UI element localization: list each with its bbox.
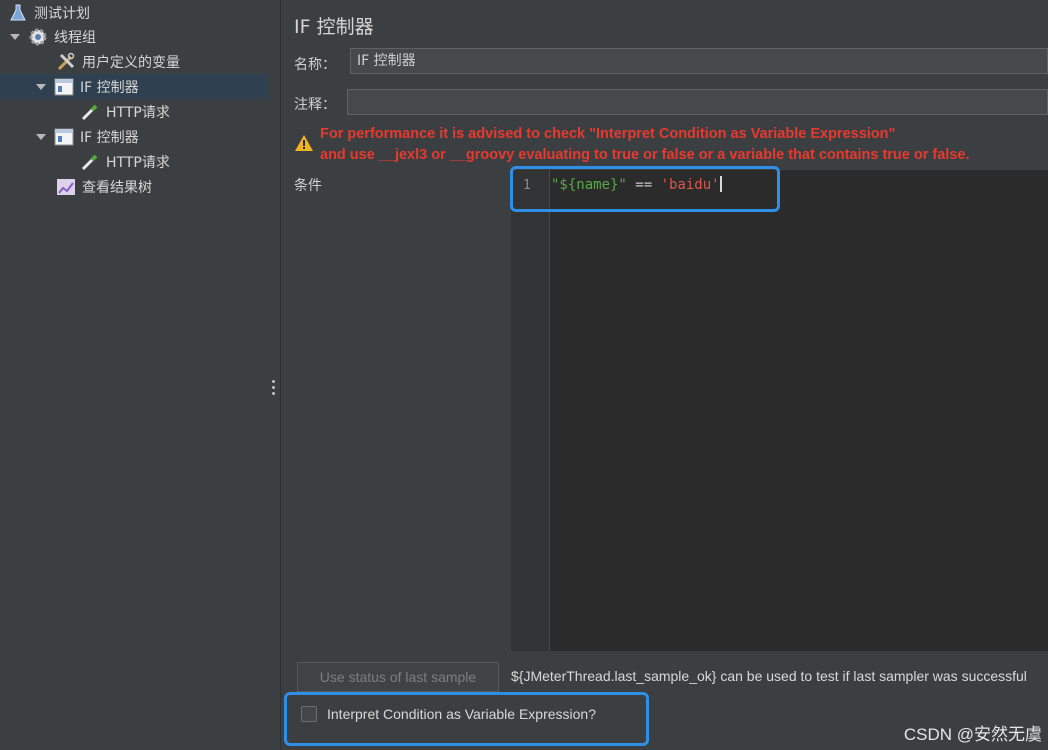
chart-icon [56, 177, 76, 197]
tree-item-http-request-2[interactable]: HTTP请求 [0, 149, 268, 174]
flask-icon [8, 3, 28, 23]
controller-icon [54, 77, 74, 97]
tree-item-label: IF 控制器 [80, 129, 139, 146]
test-plan-tree: 测试计划 线程组 用户定义的变量 IF 控制器 HTTP请求 IF 控制器 HT… [0, 0, 269, 750]
tree-item-label: HTTP请求 [106, 104, 170, 121]
pipette-icon [80, 102, 100, 122]
tree-item-label: IF 控制器 [80, 79, 139, 96]
tree-item-http-request-1[interactable]: HTTP请求 [0, 99, 268, 124]
annotation-highlight-checkbox [284, 692, 649, 746]
chevron-down-icon[interactable] [36, 82, 46, 92]
tree-item-view-results-tree[interactable]: 查看结果树 [0, 174, 268, 199]
comment-field[interactable] [347, 89, 1048, 115]
tree-item-user-variables[interactable]: 用户定义的变量 [0, 49, 268, 74]
panel-splitter[interactable] [268, 0, 281, 750]
tree-item-label: 查看结果树 [82, 179, 152, 196]
condition-editor[interactable]: 1 "${name}" == 'baidu' [511, 170, 1048, 651]
last-sample-help-text: ${JMeterThread.last_sample_ok} can be us… [511, 668, 1027, 684]
use-status-button[interactable]: Use status of last sample [297, 662, 499, 692]
editor-gutter: 1 [511, 170, 550, 651]
tree-item-if-controller-1[interactable]: IF 控制器 [0, 74, 268, 99]
splitter-grip-icon[interactable] [272, 380, 276, 396]
chevron-down-icon[interactable] [10, 32, 20, 42]
tools-icon [56, 52, 76, 72]
if-controller-panel: IF 控制器 名称： IF 控制器 注释： For performance it… [281, 0, 1048, 750]
name-label: 名称： [294, 57, 336, 73]
page-title: IF 控制器 [294, 16, 374, 38]
tree-item-label: 测试计划 [34, 5, 90, 22]
gear-icon [28, 27, 48, 47]
condition-label: 条件 [294, 178, 322, 194]
pipette-icon [80, 152, 100, 172]
performance-warning: For performance it is advised to check "… [294, 126, 1048, 168]
chevron-down-icon[interactable] [36, 132, 46, 142]
tree-item-label: 线程组 [54, 29, 96, 46]
watermark: CSDN @安然无虞 [903, 725, 1042, 744]
annotation-highlight-condition [510, 166, 780, 212]
name-field[interactable]: IF 控制器 [350, 48, 1048, 74]
warning-text-line-2: and use __jexl3 or __groovy evaluating t… [320, 147, 970, 163]
tree-item-thread-group[interactable]: 线程组 [0, 24, 268, 49]
tree-item-if-controller-2[interactable]: IF 控制器 [0, 124, 268, 149]
controller-icon [54, 127, 74, 147]
warning-text-line-1: For performance it is advised to check "… [320, 126, 896, 142]
tree-item-label: HTTP请求 [106, 154, 170, 171]
tree-item-test-plan[interactable]: 测试计划 [0, 0, 268, 25]
warning-icon [294, 134, 314, 156]
comment-label: 注释： [294, 97, 336, 113]
tree-item-label: 用户定义的变量 [82, 54, 180, 71]
